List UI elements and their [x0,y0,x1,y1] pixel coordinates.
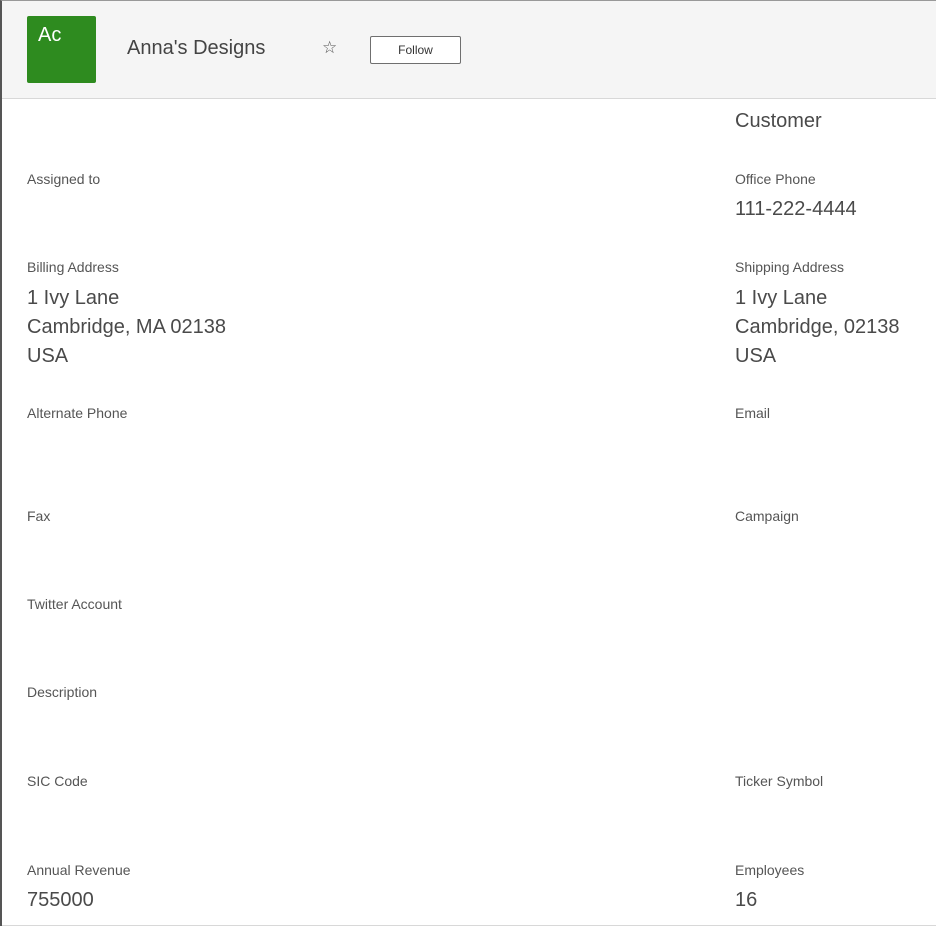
annual-revenue-value: 755000 [27,889,94,911]
twitter-account-label: Twitter Account [27,596,122,612]
shipping-address-line1: 1 Ivy Lane [735,287,828,309]
star-icon[interactable]: ☆ [322,38,337,58]
description-label: Description [27,684,98,700]
record-header: Ac Anna's Designs ☆ Follow [2,1,936,99]
office-phone-value: 111-222-4444 [735,198,857,220]
billing-address-line1: 1 Ivy Lane [27,287,120,309]
billing-address-label: Billing Address [27,259,119,275]
shipping-address-label: Shipping Address [735,259,844,275]
billing-address-line3: USA [27,345,69,367]
ticker-symbol-label: Ticker Symbol [735,773,824,789]
avatar-initials: Ac [38,24,62,46]
record-detail-view: Ac Anna's Designs ☆ Follow Customer Assi… [0,0,936,926]
employees-value: 16 [735,889,758,911]
record-title: Anna's Designs [127,37,266,59]
billing-address-line2: Cambridge, MA 02138 [27,316,227,338]
follow-button[interactable]: Follow [370,36,461,64]
shipping-address-line3: USA [735,345,777,367]
avatar: Ac [27,16,96,83]
office-phone-label: Office Phone [735,171,816,187]
shipping-address-line2: Cambridge, 02138 [735,316,900,338]
annual-revenue-label: Annual Revenue [27,862,131,878]
email-label: Email [735,405,771,421]
sic-code-label: SIC Code [27,773,88,789]
campaign-label: Campaign [735,508,799,524]
fax-label: Fax [27,508,51,524]
assigned-to-label: Assigned to [27,171,101,187]
bottom-divider [2,925,936,926]
alternate-phone-label: Alternate Phone [27,405,128,421]
employees-label: Employees [735,862,805,878]
account-type-value: Customer [735,110,822,132]
